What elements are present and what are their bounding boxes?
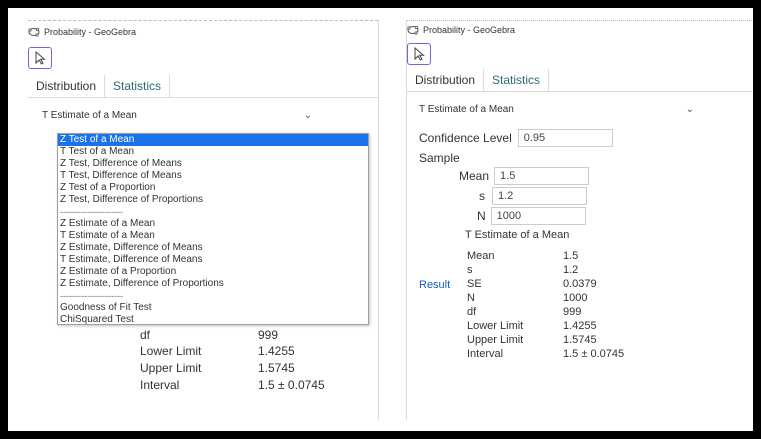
- mean-label: Mean: [459, 169, 490, 183]
- dropdown-option[interactable]: T Estimate of a Mean: [58, 230, 368, 242]
- result-row-lower-limit: Lower Limit 1.4255: [140, 344, 295, 358]
- result-section: Result Mean 1.5 s 1.2 SE 0.0379 N 1000 df 999…: [407, 249, 752, 361]
- result-label: df: [467, 306, 477, 318]
- result-value: 1.5 ± 0.0745: [563, 348, 625, 360]
- n-input[interactable]: 1000: [490, 207, 586, 225]
- result-row-df: df 999: [140, 328, 278, 342]
- dropdown-option[interactable]: ChiSquared Test: [58, 314, 368, 326]
- sample-label: Sample: [419, 151, 460, 165]
- result-label: Mean: [467, 250, 495, 262]
- result-label: df: [140, 328, 151, 342]
- procedure-select-value: T Estimate of a Mean: [42, 110, 137, 121]
- window-title: Probability - GeoGebra: [44, 27, 137, 37]
- result-row: Interval 1.5 ± 0.0745: [467, 347, 624, 361]
- result-label: N: [467, 292, 475, 304]
- tab-statistics[interactable]: Statistics: [483, 69, 550, 91]
- window-titlebar: Probability - GeoGebra: [28, 20, 378, 39]
- procedure-select-value: T Estimate of a Mean: [419, 104, 514, 115]
- confidence-level-input[interactable]: 0.95: [517, 129, 613, 147]
- move-tool-button[interactable]: [28, 47, 52, 69]
- procedure-select[interactable]: T Estimate of a Mean ⌄: [419, 104, 694, 115]
- result-value: 1.4255: [258, 344, 295, 358]
- procedure-dropdown-list: Z Test of a Mean T Test of a Mean Z Test…: [57, 133, 369, 325]
- dropdown-option[interactable]: Z Test, Difference of Proportions: [58, 194, 368, 206]
- chevron-down-icon: ⌄: [303, 110, 312, 121]
- tab-bar: Distribution Statistics: [28, 75, 378, 98]
- result-label: Interval: [467, 348, 504, 360]
- tab-distribution[interactable]: Distribution: [28, 75, 104, 97]
- tab-statistics[interactable]: Statistics: [104, 75, 171, 97]
- result-row: N 1000: [467, 291, 624, 305]
- move-tool-button[interactable]: [407, 43, 431, 65]
- result-row: Mean 1.5: [467, 249, 624, 263]
- result-table: Mean 1.5 s 1.2 SE 0.0379 N 1000 df 999 Lower …: [467, 249, 624, 361]
- result-label: s: [467, 264, 473, 276]
- sample-mean-row: Mean 1.5: [459, 167, 752, 185]
- result-value: 0.0379: [563, 278, 597, 290]
- dropdown-option[interactable]: Z Estimate of a Mean: [58, 218, 368, 230]
- result-link[interactable]: Result: [407, 249, 467, 361]
- n-label: N: [477, 209, 486, 223]
- dropdown-option[interactable]: T Estimate, Difference of Means: [58, 254, 368, 266]
- result-value: 999: [563, 306, 582, 318]
- window-titlebar: Probability - GeoGebra: [407, 20, 752, 37]
- result-row: s 1.2: [467, 263, 624, 277]
- cursor-arrow-icon: [35, 51, 46, 65]
- cursor-arrow-icon: [414, 47, 425, 61]
- dropdown-option[interactable]: Z Test, Difference of Means: [58, 158, 368, 170]
- sample-n-row: N 1000: [477, 207, 752, 225]
- sample-heading-row: Sample: [419, 151, 752, 165]
- result-label: Interval: [140, 378, 180, 392]
- dropdown-separator: ---------------------: [60, 291, 123, 301]
- app-logo-icon: [407, 25, 419, 35]
- sample-s-row: s 1.2: [479, 187, 752, 205]
- confidence-level-row: Confidence Level 0.95: [419, 129, 752, 147]
- result-row-interval: Interval 1.5 ± 0.0745: [140, 378, 325, 392]
- result-row: df 999: [467, 305, 624, 319]
- result-row-upper-limit: Upper Limit 1.5745: [140, 361, 295, 375]
- right-window: Probability - GeoGebra Distribution Stat…: [406, 20, 752, 420]
- s-input[interactable]: 1.2: [492, 187, 587, 205]
- chevron-down-icon: ⌄: [685, 104, 694, 115]
- window-title: Probability - GeoGebra: [423, 25, 516, 35]
- app-logo-icon: [28, 27, 40, 37]
- result-label: Lower Limit: [467, 320, 524, 332]
- result-row: Lower Limit 1.4255: [467, 319, 624, 333]
- result-row: Upper Limit 1.5745: [467, 333, 624, 347]
- dropdown-option[interactable]: T Test of a Mean: [58, 146, 368, 158]
- result-label: SE: [467, 278, 482, 290]
- tab-bar: Distribution Statistics: [407, 69, 752, 92]
- screenshot-canvas: Probability - GeoGebra Distribution Stat…: [8, 8, 753, 431]
- dropdown-option[interactable]: Z Estimate, Difference of Proportions: [58, 278, 368, 290]
- dropdown-option[interactable]: T Test, Difference of Means: [58, 170, 368, 182]
- dropdown-option[interactable]: Goodness of Fit Test: [58, 302, 368, 314]
- result-label: Upper Limit: [140, 361, 202, 375]
- result-value: 1000: [563, 292, 588, 304]
- result-value: 1.5 ± 0.0745: [258, 378, 325, 392]
- dropdown-option[interactable]: Z Estimate of a Proportion: [58, 266, 368, 278]
- confidence-level-label: Confidence Level: [419, 131, 512, 145]
- estimate-heading: T Estimate of a Mean: [465, 229, 570, 241]
- dropdown-option[interactable]: Z Test of a Proportion: [58, 182, 368, 194]
- result-value: 1.5: [563, 250, 579, 262]
- mean-input[interactable]: 1.5: [494, 167, 590, 185]
- result-value: 1.2: [563, 264, 579, 276]
- result-value: 1.5745: [258, 361, 295, 375]
- dropdown-separator: ---------------------: [60, 207, 123, 217]
- result-label: Upper Limit: [467, 334, 524, 346]
- procedure-select[interactable]: T Estimate of a Mean ⌄: [42, 110, 312, 121]
- dropdown-option[interactable]: Z Test of a Mean: [58, 134, 368, 146]
- s-label: s: [479, 189, 485, 203]
- result-row: SE 0.0379: [467, 277, 624, 291]
- dropdown-option[interactable]: Z Estimate, Difference of Means: [58, 242, 368, 254]
- result-value: 999: [258, 328, 279, 342]
- tab-distribution[interactable]: Distribution: [407, 69, 483, 91]
- result-value: 1.4255: [563, 320, 597, 332]
- result-value: 1.5745: [563, 334, 597, 346]
- result-label: Lower Limit: [140, 344, 202, 358]
